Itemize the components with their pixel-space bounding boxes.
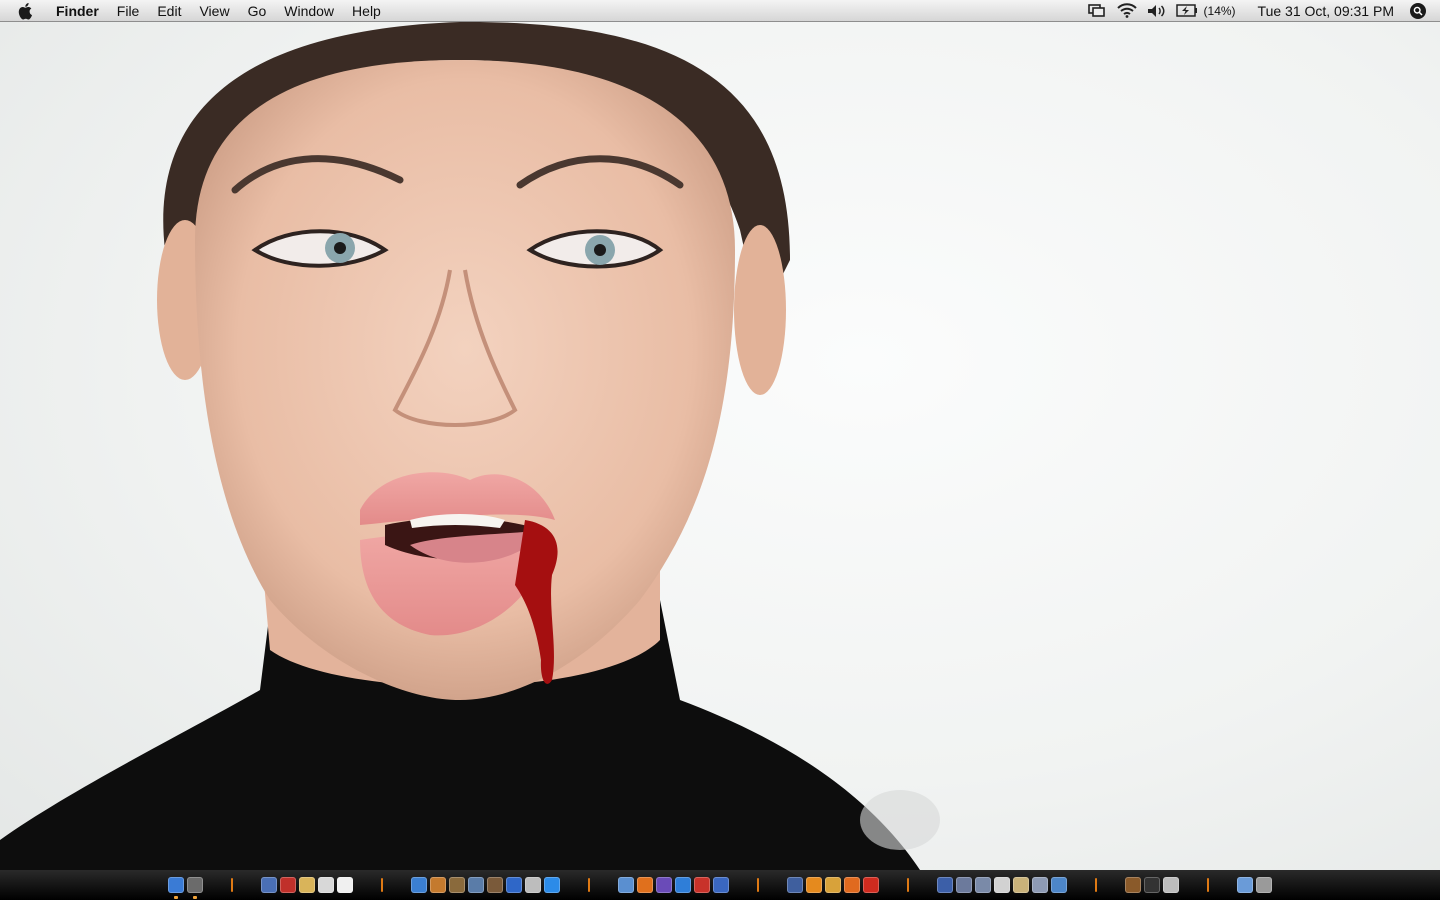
dock-dashboard-icon[interactable] (187, 877, 203, 899)
dock-group (411, 877, 560, 893)
dock-mail-icon[interactable] (713, 877, 729, 893)
menu-view[interactable]: View (190, 0, 238, 22)
dock-separator (907, 878, 909, 892)
dock-group (1237, 877, 1272, 893)
dock-terminal-icon[interactable] (1144, 877, 1160, 893)
dock-finder-icon[interactable] (168, 877, 184, 899)
dock-firefox-icon[interactable] (637, 877, 653, 893)
dock-network-icon[interactable] (618, 877, 634, 893)
dock-fireworks-icon[interactable] (825, 877, 841, 893)
dock-network-utility-icon[interactable] (1051, 877, 1067, 893)
dock-garageband-icon[interactable] (430, 877, 446, 893)
dock-toolbox-icon[interactable] (1125, 877, 1141, 893)
battery-percent: (14%) (1203, 3, 1236, 18)
dock-trash-icon[interactable] (1256, 877, 1272, 893)
dock-ical-icon[interactable] (318, 877, 334, 893)
dock-itunes-icon[interactable] (411, 877, 427, 893)
dock-group (168, 877, 203, 899)
dock-separator (231, 878, 233, 892)
dock-group (618, 877, 729, 893)
volume-icon[interactable] (1146, 2, 1168, 20)
display-mirroring-icon[interactable] (1086, 2, 1108, 20)
menu-window[interactable]: Window (275, 0, 343, 22)
menu-clock[interactable]: Tue 31 Oct, 09:31 PM (1258, 3, 1394, 19)
dock-automator-icon[interactable] (956, 877, 972, 893)
apple-logo-icon[interactable] (18, 2, 36, 20)
menu-file[interactable]: File (108, 0, 149, 22)
dock-separator (757, 878, 759, 892)
menu-bar: Finder File Edit View Go Window Help (14… (0, 0, 1440, 22)
dock-group (787, 877, 879, 893)
dock-flash-icon[interactable] (863, 877, 879, 893)
dock-applications-icon[interactable] (1237, 877, 1253, 893)
wifi-icon[interactable] (1116, 2, 1138, 20)
dock-group (1125, 877, 1179, 893)
dock-separator (1095, 878, 1097, 892)
dock-imovie-icon[interactable] (468, 877, 484, 893)
dock-activity-monitor-icon[interactable] (1163, 877, 1179, 893)
dock-acrobat-icon[interactable] (280, 877, 296, 893)
menu-help[interactable]: Help (343, 0, 390, 22)
dock-textedit-icon[interactable] (337, 877, 353, 893)
dock-search-icon[interactable] (544, 877, 560, 893)
menu-bar-left: Finder File Edit View Go Window Help (0, 0, 390, 22)
menu-bar-status: (14%) Tue 31 Oct, 09:31 PM (1082, 0, 1440, 22)
dock (0, 870, 1440, 900)
spotlight-icon[interactable] (1410, 2, 1426, 19)
dock-indesign-icon[interactable] (787, 877, 803, 893)
dock-iphoto-icon[interactable] (449, 877, 465, 893)
dock-idvd-icon[interactable] (487, 877, 503, 893)
dock-system-profiler-icon[interactable] (1032, 877, 1048, 893)
dock-quicktime-icon[interactable] (506, 877, 522, 893)
menu-app-name[interactable]: Finder (50, 0, 108, 22)
dock-stickies-icon[interactable] (299, 877, 315, 893)
menu-go[interactable]: Go (239, 0, 276, 22)
battery-charging-icon[interactable] (1175, 2, 1198, 20)
portrait-photo (0, 21, 940, 870)
dock-opera-icon[interactable] (694, 877, 710, 893)
dock-separator (381, 878, 383, 892)
dock-group (261, 877, 353, 893)
menu-edit[interactable]: Edit (148, 0, 190, 22)
desktop-wallpaper (0, 0, 1440, 900)
dock-ipod-icon[interactable] (525, 877, 541, 893)
dock-illustrator-icon[interactable] (806, 877, 822, 893)
dock-script-editor-icon[interactable] (975, 877, 991, 893)
dock-address-book-icon[interactable] (1013, 877, 1029, 893)
dock-group (937, 877, 1067, 893)
dock-separator (588, 878, 590, 892)
dock-separator (1207, 878, 1209, 892)
dock-photo-booth-icon[interactable] (937, 877, 953, 893)
dock-aim-icon[interactable] (656, 877, 672, 893)
dock-internet-explorer-icon[interactable] (675, 877, 691, 893)
dock-preview-icon[interactable] (261, 877, 277, 893)
dock-font-book-icon[interactable] (994, 877, 1010, 893)
dock-dreamweaver-icon[interactable] (844, 877, 860, 893)
